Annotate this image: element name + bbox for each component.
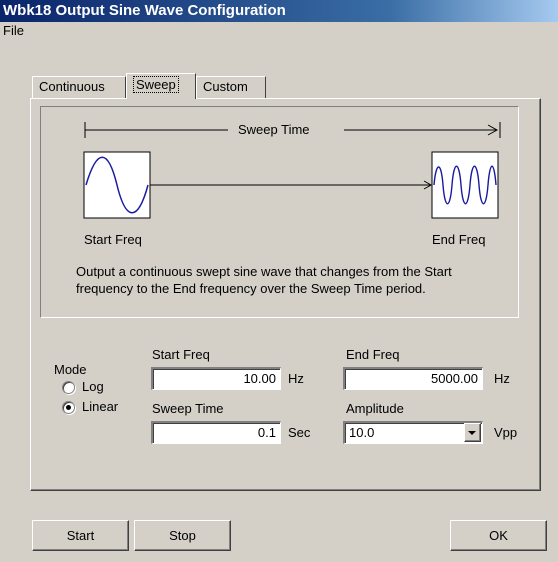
start-freq-unit: Hz xyxy=(288,371,304,386)
tab-sweep[interactable]: Sweep xyxy=(126,73,196,99)
tab-custom[interactable]: Custom xyxy=(196,76,266,98)
sweep-time-input[interactable]: 0.1 xyxy=(151,421,281,444)
amplitude-select[interactable]: 10.0 xyxy=(343,421,483,444)
tab-custom-label: Custom xyxy=(203,79,248,94)
window-title-bar[interactable]: Wbk18 Output Sine Wave Configuration xyxy=(0,0,558,22)
radio-selected-dot xyxy=(66,405,71,410)
mode-radio-log[interactable]: Log xyxy=(62,379,132,397)
tab-continuous-label: Continuous xyxy=(39,79,105,94)
amplitude-dropdown-button[interactable] xyxy=(464,423,481,442)
mode-label: Mode xyxy=(54,362,87,377)
tab-continuous[interactable]: Continuous xyxy=(32,76,126,98)
stop-button[interactable]: Stop xyxy=(134,520,231,551)
tab-sweep-label: Sweep xyxy=(133,76,179,93)
end-freq-diagram-label: End Freq xyxy=(432,232,486,247)
radio-linear-indicator[interactable] xyxy=(62,401,75,414)
radio-log-indicator[interactable] xyxy=(62,381,75,394)
end-freq-input[interactable]: 5000.00 xyxy=(343,367,483,390)
mode-radio-linear[interactable]: Linear xyxy=(62,399,142,417)
start-button[interactable]: Start xyxy=(32,520,129,551)
amplitude-unit: Vpp xyxy=(494,425,518,440)
amplitude-select-value: 10.0 xyxy=(349,425,375,440)
ok-button[interactable]: OK xyxy=(450,520,547,551)
chevron-down-icon xyxy=(468,431,476,435)
radio-log-label: Log xyxy=(82,379,104,394)
start-freq-input[interactable]: 10.00 xyxy=(151,367,281,390)
sweep-description: Output a continuous swept sine wave that… xyxy=(76,264,452,296)
menu-bar: File xyxy=(0,22,558,42)
menu-file[interactable]: File xyxy=(3,23,24,38)
sweep-time-label: Sweep Time xyxy=(152,401,224,416)
start-freq-diagram-label: Start Freq xyxy=(84,232,142,247)
start-freq-label: Start Freq xyxy=(152,347,210,362)
end-freq-unit: Hz xyxy=(494,371,510,386)
window-title: Wbk18 Output Sine Wave Configuration xyxy=(3,2,286,19)
sweep-time-diagram-label: Sweep Time xyxy=(238,122,310,137)
radio-linear-label: Linear xyxy=(82,399,119,414)
end-freq-label: End Freq xyxy=(346,347,400,362)
amplitude-label: Amplitude xyxy=(346,401,404,416)
sweep-time-unit: Sec xyxy=(288,425,311,440)
